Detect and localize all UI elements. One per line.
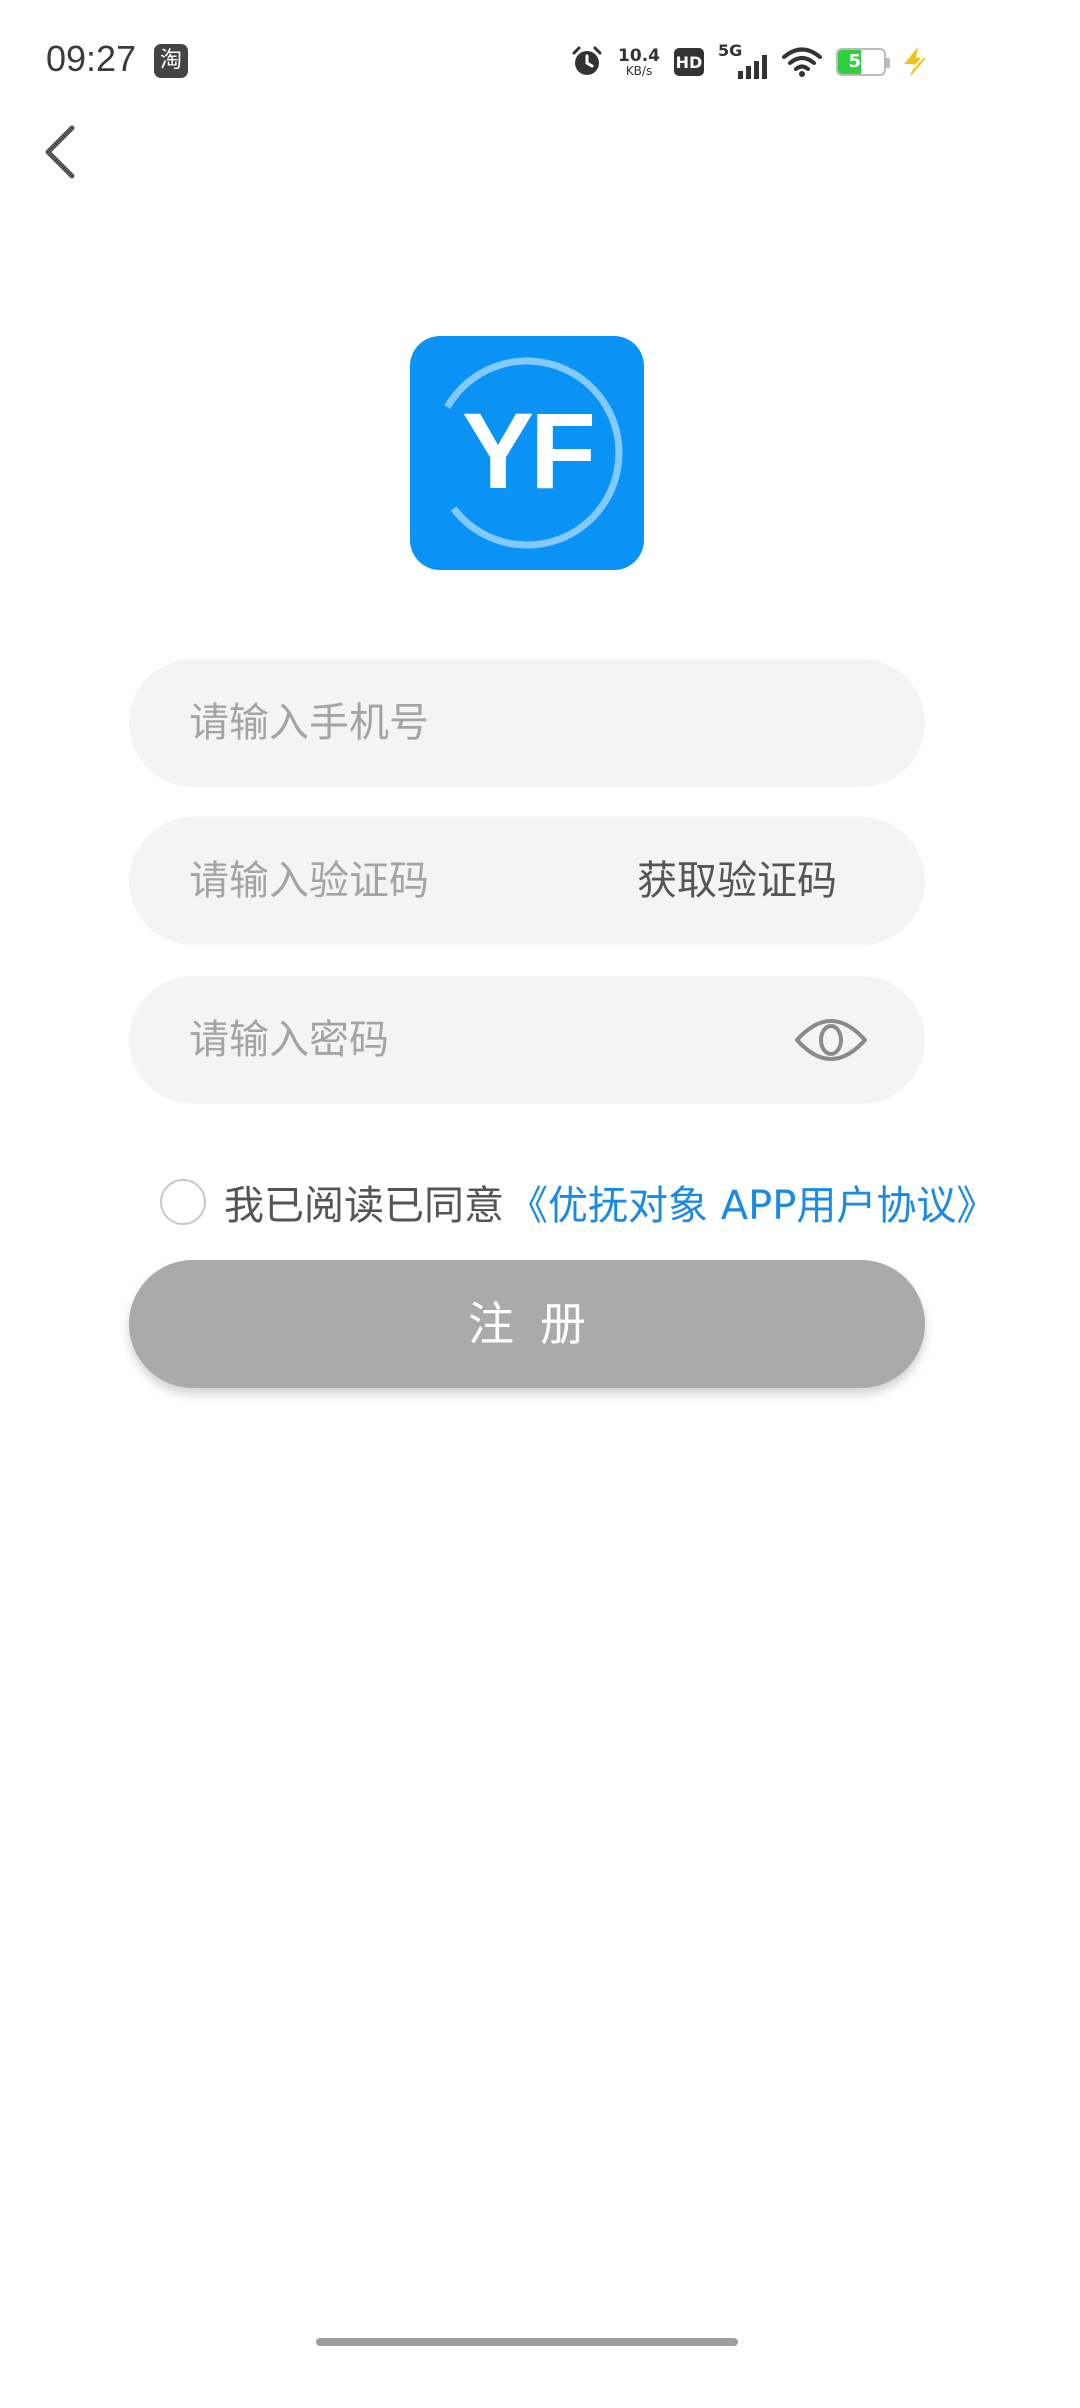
verification-code-field[interactable]: 获取验证码 (129, 817, 925, 945)
get-code-button[interactable]: 获取验证码 (637, 817, 837, 945)
lightning-icon (904, 47, 927, 77)
net-speed-value: 10.4 (618, 45, 660, 66)
user-agreement-link[interactable]: 《优抚对象 APP用户协议》 (508, 1173, 996, 1231)
agreement-checkbox[interactable] (160, 1179, 206, 1225)
hd-badge: HD (674, 48, 704, 76)
eye-icon (795, 1019, 867, 1061)
phone-input[interactable] (189, 659, 649, 787)
wifi-icon (782, 47, 822, 77)
status-bar: 09:27 淘 10.4 KB/s HD 5G 51 (0, 0, 1080, 120)
password-field[interactable] (129, 976, 925, 1104)
app-logo: YF (410, 336, 644, 570)
status-time: 09:27 (46, 38, 137, 79)
verification-code-input[interactable] (189, 817, 519, 945)
agreement-row: 我已阅读已同意 《优抚对象 APP用户协议》 (160, 1172, 996, 1232)
chevron-left-icon (45, 125, 75, 179)
signal-bars-icon (738, 55, 767, 79)
taobao-icon: 淘 (154, 44, 188, 78)
agreement-text: 我已阅读已同意 (224, 1183, 504, 1229)
password-input[interactable] (189, 976, 649, 1104)
cellular-signal: 5G (718, 43, 768, 81)
phone-field[interactable] (129, 659, 925, 787)
battery-level: 51 (848, 51, 874, 72)
logo-text: YF (461, 390, 596, 511)
alarm-icon (572, 46, 602, 75)
toggle-password-visibility[interactable] (793, 1006, 869, 1074)
battery-indicator: 51 (836, 48, 890, 76)
register-button[interactable]: 注册 (129, 1260, 925, 1388)
back-button[interactable] (36, 116, 92, 188)
net-speed-unit: KB/s (625, 63, 653, 78)
home-indicator[interactable] (316, 2338, 738, 2346)
status-icons: 10.4 KB/s HD 5G 51 (570, 40, 930, 84)
network-speed: 10.4 KB/s (618, 45, 660, 78)
